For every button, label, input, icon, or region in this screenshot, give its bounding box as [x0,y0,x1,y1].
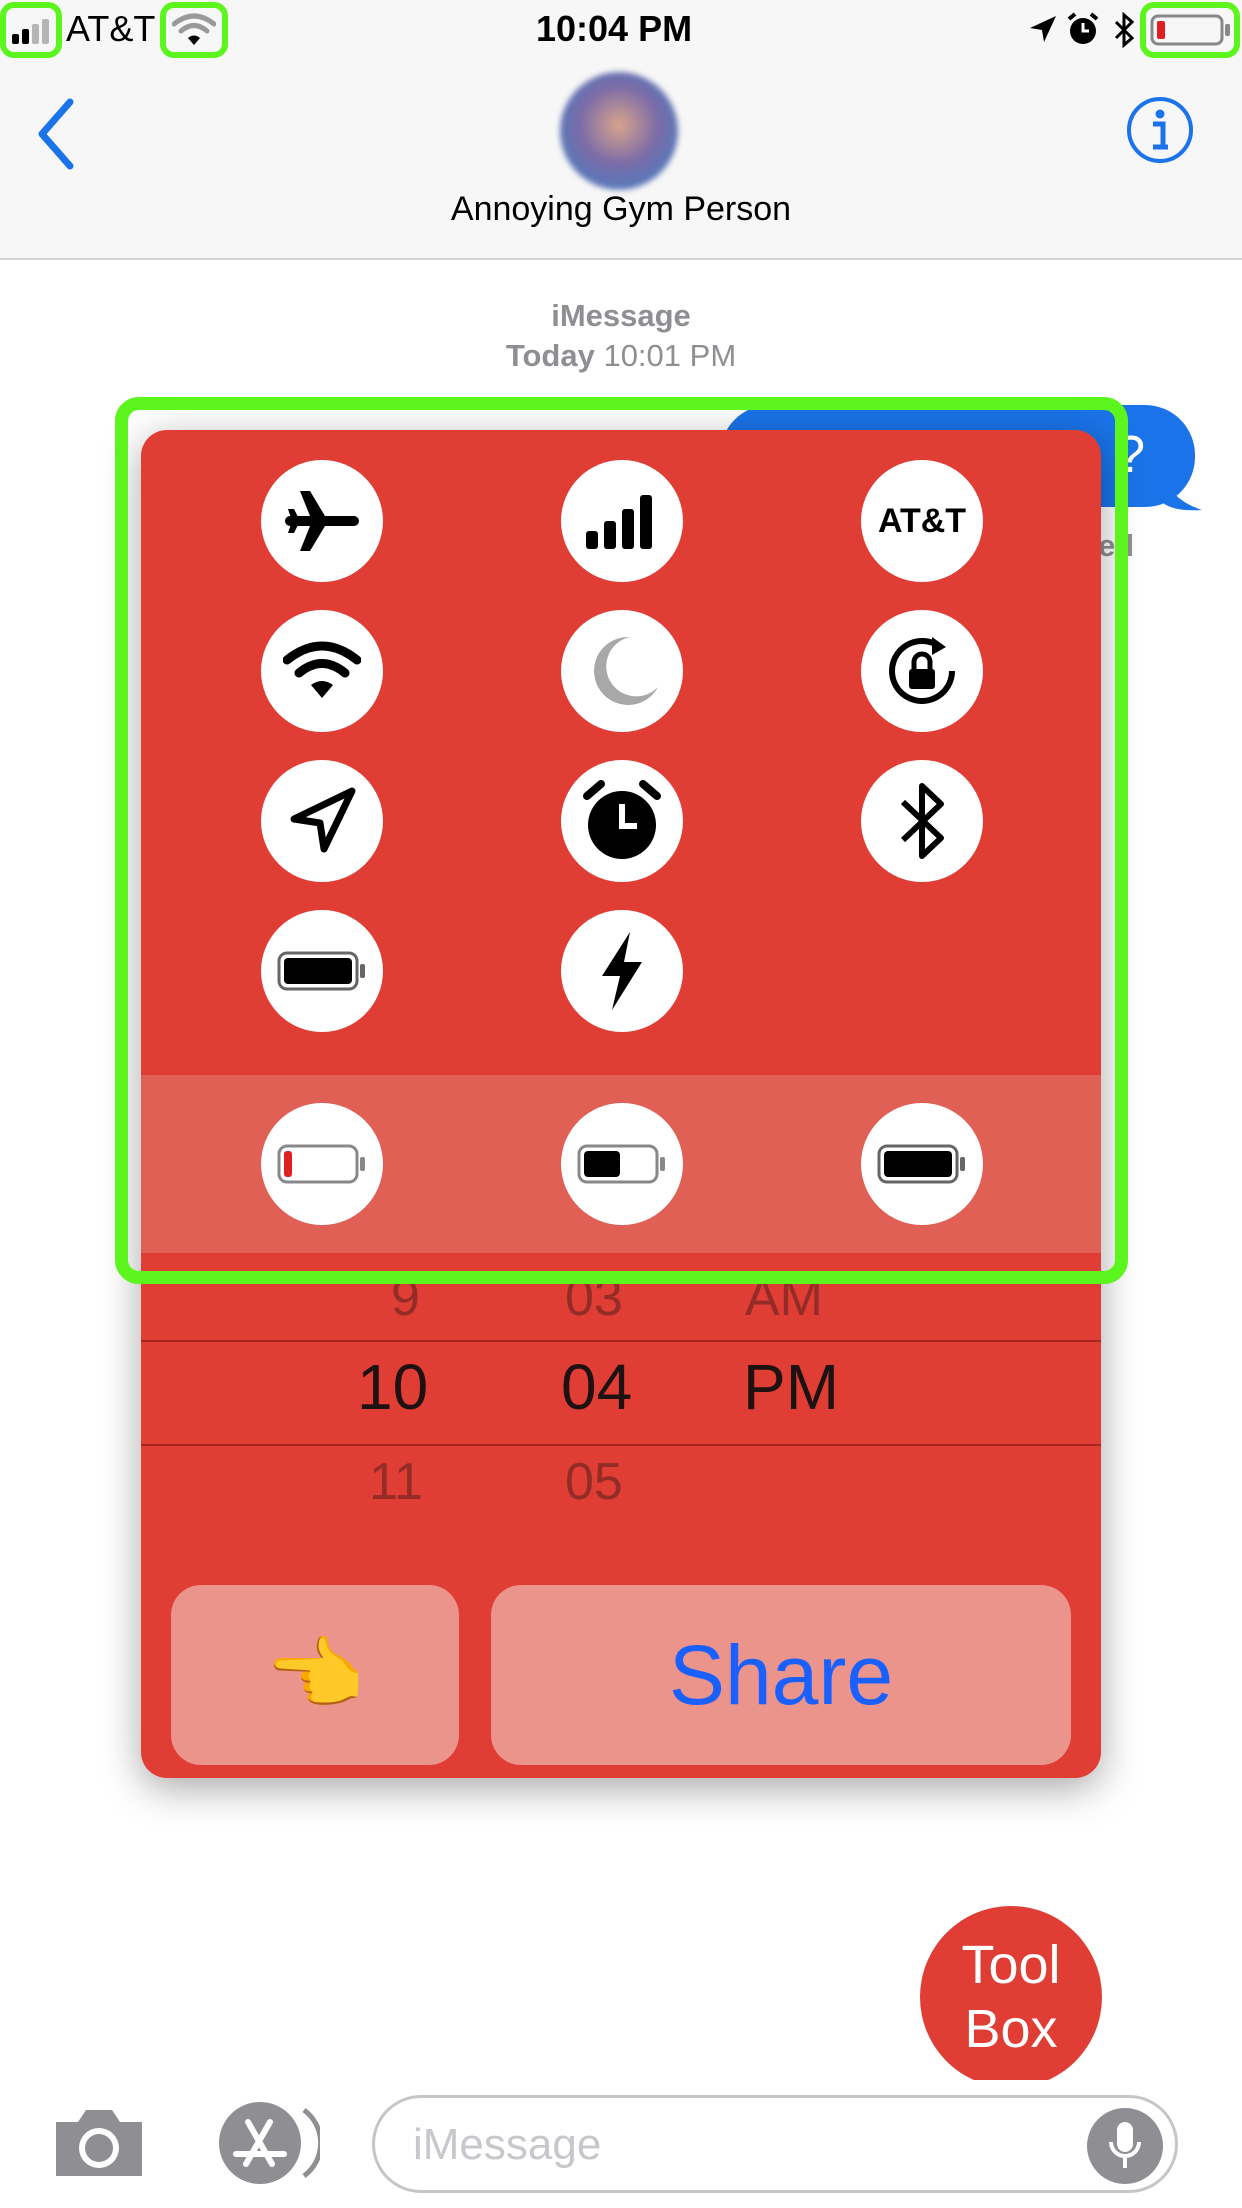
location-arrow-icon [290,787,356,853]
microphone-button[interactable] [1087,2108,1163,2184]
toolbox-label-line1: Tool [961,1935,1061,1995]
battery-full-icon [277,951,365,991]
picker-selection-bottom-line [141,1444,1101,1446]
bluetooth-icon [900,783,944,859]
battery-half-icon [577,1144,665,1184]
signal-bars-icon [586,495,652,549]
carrier-toggle[interactable]: AT&T [861,460,983,582]
info-icon[interactable] [1126,96,1194,164]
battery-low-icon [1150,14,1230,46]
hour-previous[interactable]: 9 [391,1268,420,1328]
app-store-icon[interactable] [208,2100,320,2186]
signal-bars-icon [12,19,49,44]
bubble-text: ? [1116,426,1145,484]
picker-selection-top-line [141,1340,1101,1342]
message-input[interactable]: iMessage [372,2095,1178,2193]
battery-half-option[interactable] [561,1103,683,1225]
hour-next[interactable]: 11 [369,1452,423,1512]
alarm-toggle[interactable] [561,760,683,882]
lightning-bolt-icon [602,932,642,1010]
navigation-bar: Annoying Gym Person [0,60,1242,260]
hour-selected[interactable]: 10 [357,1350,428,1424]
toolbox-panel: AT&T 9 03 AM 10 04 PM 11 05 👈 Share [141,430,1101,1778]
picker-row-selected: 10 04 PM [141,1350,1101,1430]
picker-row-next: 11 05 [141,1452,1101,1512]
minute-selected[interactable]: 04 [561,1350,632,1424]
bubble-tail-icon [1160,470,1202,511]
back-chevron-icon[interactable] [36,98,76,170]
rotation-lock-toggle[interactable] [861,610,983,732]
battery-low-option[interactable] [261,1103,383,1225]
alarm-icon [1067,12,1099,44]
status-time: 10:04 PM [536,8,693,49]
charging-toggle[interactable] [561,910,683,1032]
time-label: 10:01 PM [603,338,737,373]
airplane-icon [285,491,359,551]
battery-full-icon [877,1144,965,1184]
contact-name[interactable]: Annoying Gym Person [0,190,1242,229]
date-label: Today [505,338,595,373]
carrier-badge-label: AT&T [877,501,967,540]
minute-previous[interactable]: 03 [565,1268,623,1328]
wifi-icon [172,13,216,45]
carrier-label: AT&T [66,8,156,49]
toolbox-label-line2: Box [964,1999,1058,2059]
bluetooth-icon [1114,12,1135,48]
time-picker[interactable]: 9 03 AM 10 04 PM 11 05 [141,1268,1101,1560]
contact-avatar[interactable] [560,72,678,190]
service-label: iMessage [551,298,691,333]
battery-low-icon [277,1144,365,1184]
picker-row-previous: 9 03 AM [141,1268,1101,1328]
share-button[interactable]: Share [491,1585,1071,1765]
period-selected[interactable]: PM [743,1350,839,1424]
battery-toggle[interactable] [261,910,383,1032]
moon-icon [594,636,658,705]
airplane-mode-toggle[interactable] [261,460,383,582]
do-not-disturb-toggle[interactable] [561,610,683,732]
pointing-hand-icon: 👈 [265,1630,365,1719]
signal-strength-toggle[interactable] [561,460,683,582]
wifi-toggle[interactable] [261,610,383,732]
battery-level-row [141,1075,1101,1253]
microphone-icon [1109,2122,1141,2168]
location-arrow-icon [1030,16,1056,42]
rotation-lock-icon [889,637,955,704]
location-services-toggle[interactable] [261,760,383,882]
emoji-button[interactable]: 👈 [171,1585,459,1765]
battery-full-option[interactable] [861,1103,983,1225]
wifi-icon [283,641,361,698]
period-am[interactable]: AM [745,1268,823,1328]
camera-icon[interactable] [50,2104,148,2180]
status-bar: AT&T 10:04 PM [0,0,1242,60]
alarm-clock-icon [583,780,661,859]
message-input-placeholder: iMessage [413,2120,602,2169]
bluetooth-toggle[interactable] [861,760,983,882]
timestamp: Today 10:01 PM [0,338,1242,374]
share-button-label: Share [668,1627,894,1722]
toolbox-launch-button[interactable]: Tool Box [920,1906,1102,2088]
minute-next[interactable]: 05 [565,1452,623,1512]
